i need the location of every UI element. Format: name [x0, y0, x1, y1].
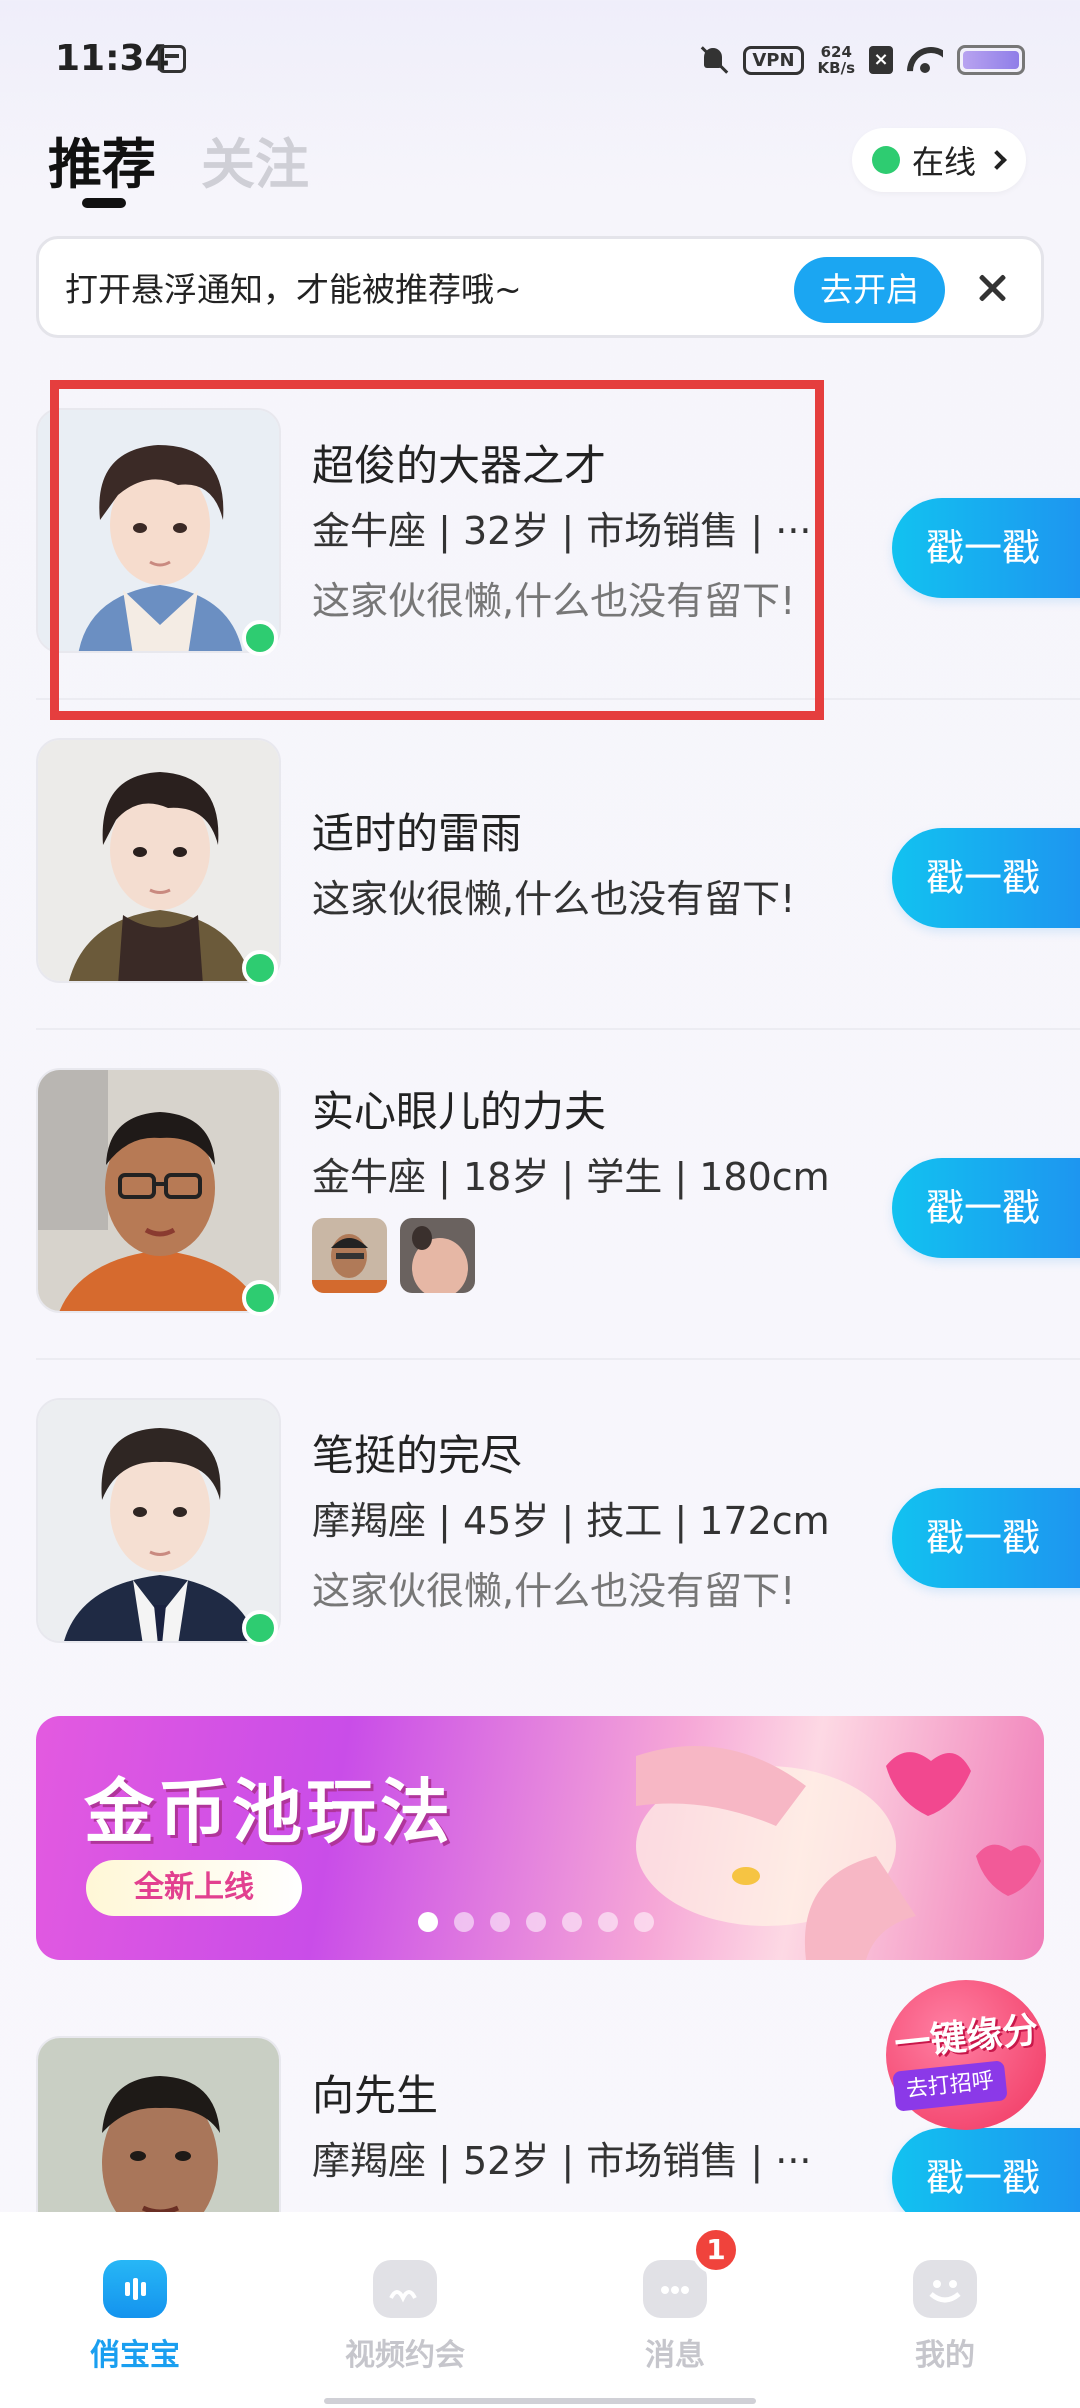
battery-level — [963, 51, 1019, 69]
online-status-button[interactable]: 在线 — [851, 128, 1026, 192]
sim-off-icon: × — [869, 46, 893, 74]
status-bar: 11:34 VPN 624 KB/s × — [0, 0, 1080, 110]
tab-underline — [82, 198, 126, 208]
nav-label: 俏宝宝 — [90, 2338, 180, 2373]
user-bio: 这家伙很懒,什么也没有留下! — [312, 877, 796, 921]
home-indicator[interactable] — [324, 2398, 756, 2404]
top-tabs: 推荐 关注 — [48, 120, 309, 208]
profile-glyph — [929, 2280, 961, 2303]
message-icon — [643, 2260, 707, 2318]
video-icon — [373, 2260, 437, 2318]
wifi-icon — [907, 47, 943, 73]
user-meta: 摩羯座 | 52岁 | 市场销售 | ··· — [312, 2139, 812, 2183]
notification-banner: 打开悬浮通知，才能被推荐哦~ 去开启 — [36, 236, 1044, 338]
avatar-photo — [38, 1070, 279, 1311]
tab-follow[interactable]: 关注 — [201, 120, 309, 199]
user-bio: 这家伙很懒,什么也没有留下! — [312, 1569, 796, 1613]
carousel-dot[interactable] — [418, 1912, 438, 1932]
nav-label: 消息 — [645, 2338, 705, 2373]
video-glyph — [389, 2272, 435, 2306]
carousel-dot[interactable] — [634, 1912, 654, 1932]
user-meta: 金牛座 | 18岁 | 学生 | 180cm — [312, 1155, 830, 1199]
carousel-dot[interactable] — [562, 1912, 582, 1932]
speed-value: 624 — [820, 43, 852, 61]
photo-thumbnail[interactable] — [312, 1218, 387, 1293]
online-indicator — [242, 950, 278, 986]
poke-button[interactable]: 戳一戳 — [892, 1158, 1080, 1258]
vpn-icon: VPN — [743, 45, 804, 75]
photo-thumbnail[interactable] — [400, 1218, 475, 1293]
nav-item-home[interactable]: 俏宝宝 — [0, 2212, 270, 2373]
home-bubble-icon — [103, 2260, 167, 2318]
photo-thumbnail-image — [400, 1218, 475, 1293]
mute-icon — [699, 45, 729, 75]
poke-button[interactable]: 戳一戳 — [892, 1488, 1080, 1588]
banner-tag: 全新上线 — [86, 1860, 302, 1916]
profile-icon — [913, 2260, 977, 2318]
message-glyph — [661, 2286, 689, 2294]
close-icon[interactable] — [977, 273, 1007, 303]
status-icons: VPN 624 KB/s × — [699, 40, 1025, 80]
poke-button[interactable]: 戳一戳 — [892, 828, 1080, 928]
user-card[interactable]: 笔挺的完尽 摩羯座 | 45岁 | 技工 | 172cm 这家伙很懒,什么也没有… — [0, 1360, 1080, 1690]
banner-title: 金币池玩法 — [84, 1771, 454, 1853]
online-indicator — [242, 1610, 278, 1646]
chevron-right-icon — [987, 150, 1007, 170]
nav-label: 我的 — [915, 2338, 975, 2373]
carousel-dot[interactable] — [526, 1912, 546, 1932]
user-name: 实心眼儿的力夫 — [312, 1087, 607, 1136]
enable-notification-button[interactable]: 去开启 — [794, 257, 945, 323]
user-meta: 摩羯座 | 45岁 | 技工 | 172cm — [312, 1499, 830, 1543]
nav-item-profile[interactable]: 我的 — [810, 2212, 1080, 2373]
user-name: 笔挺的完尽 — [312, 1431, 523, 1480]
nav-label: 视频约会 — [345, 2338, 465, 2373]
avatar[interactable] — [36, 1068, 281, 1313]
nav-item-video[interactable]: 视频约会 — [270, 2212, 540, 2373]
unread-badge: 1 — [692, 2226, 740, 2274]
carousel-dot[interactable] — [490, 1912, 510, 1932]
user-name: 向先生 — [312, 2071, 439, 2120]
avatar[interactable] — [36, 1398, 281, 1643]
highlight-box — [50, 380, 824, 720]
bottom-nav: 俏宝宝 视频约会 1 消息 我的 — [0, 2212, 1080, 2408]
notice-text: 打开悬浮通知，才能被推荐哦~ — [65, 270, 522, 309]
user-card[interactable]: 适时的雷雨 这家伙很懒,什么也没有留下! 戳一戳 — [0, 700, 1080, 1030]
user-name: 适时的雷雨 — [312, 809, 523, 858]
tab-recommend-label: 推荐 — [48, 133, 156, 196]
avatar-illustration — [38, 740, 279, 981]
status-time: 11:34 — [55, 38, 170, 79]
tab-recommend[interactable]: 推荐 — [48, 120, 156, 208]
avatar[interactable] — [36, 738, 281, 983]
wallet-icon — [158, 45, 186, 73]
user-card[interactable]: 实心眼儿的力夫 金牛座 | 18岁 | 学生 | 180cm 戳一戳 — [0, 1030, 1080, 1360]
online-status-label: 在线 — [911, 143, 976, 181]
network-speed: 624 KB/s — [818, 44, 855, 76]
home-bubble-glyph — [125, 2278, 146, 2300]
poke-button[interactable]: 戳一戳 — [892, 498, 1080, 598]
online-indicator — [242, 1280, 278, 1316]
avatar-illustration — [38, 1400, 279, 1641]
battery-icon — [957, 45, 1025, 75]
speed-unit: KB/s — [817, 59, 855, 77]
carousel-dot[interactable] — [454, 1912, 474, 1932]
quick-match-button[interactable]: 一键缘分 去打招呼 — [876, 1978, 1056, 2138]
photo-thumbnail-image — [312, 1218, 387, 1293]
nav-item-messages[interactable]: 1 消息 — [540, 2212, 810, 2373]
promo-banner[interactable]: 金币池玩法 全新上线 — [36, 1716, 1044, 1960]
carousel-dots — [418, 1912, 654, 1932]
online-dot-icon — [871, 146, 900, 174]
carousel-dot[interactable] — [598, 1912, 618, 1932]
